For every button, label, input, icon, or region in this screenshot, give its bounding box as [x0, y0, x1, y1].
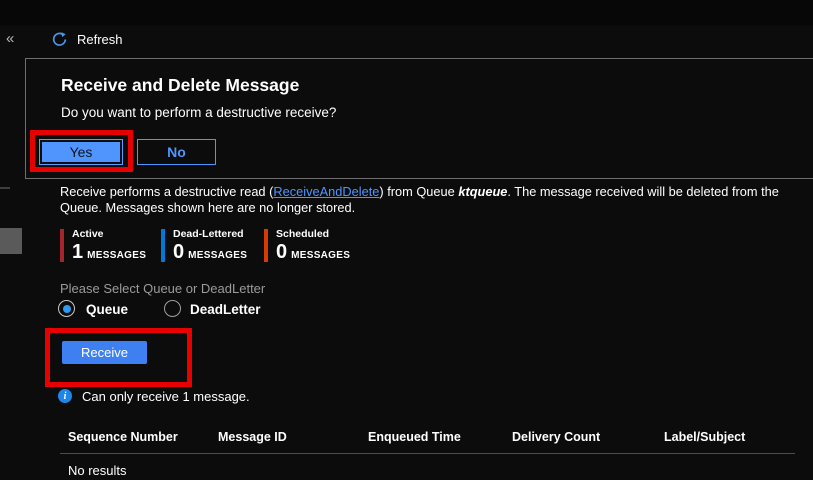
- queue-selector-label: Please Select Queue or DeadLetter: [60, 281, 265, 296]
- stat-unit: MESSAGES: [291, 250, 350, 261]
- receive-and-delete-link[interactable]: ReceiveAndDelete: [273, 184, 379, 199]
- stat-label: Active: [72, 229, 146, 240]
- stat-unit: MESSAGES: [188, 250, 247, 261]
- stat-count: 0: [276, 242, 287, 262]
- stat-dead-lettered: Dead-Lettered 0 MESSAGES: [161, 229, 247, 262]
- description-part2: ) from Queue: [379, 184, 458, 199]
- column-header-message-id[interactable]: Message ID: [218, 430, 287, 444]
- dialog-title: Receive and Delete Message: [61, 75, 299, 96]
- yes-button[interactable]: Yes: [39, 139, 123, 165]
- scheduled-color-bar: [264, 229, 268, 262]
- column-header-sequence-number[interactable]: Sequence Number: [68, 430, 178, 444]
- stat-label: Scheduled: [276, 229, 350, 240]
- queue-radio-label[interactable]: Queue: [86, 302, 128, 317]
- service-bus-explorer-page: { "toolbar": { "collapse_glyph": "«", "r…: [0, 0, 813, 480]
- active-color-bar: [60, 229, 64, 262]
- deadletter-radio[interactable]: [164, 300, 181, 317]
- table-empty-text: No results: [68, 463, 127, 478]
- receive-button[interactable]: Receive: [62, 341, 147, 364]
- stat-scheduled: Scheduled 0 MESSAGES: [264, 229, 350, 262]
- stat-active: Active 1 MESSAGES: [60, 229, 146, 262]
- receive-info-text: Can only receive 1 message.: [82, 389, 250, 404]
- receive-description: Receive performs a destructive read (Rec…: [60, 184, 782, 215]
- queue-radio[interactable]: [58, 300, 75, 317]
- stat-label: Dead-Lettered: [173, 229, 247, 240]
- stat-count: 0: [173, 242, 184, 262]
- description-part1: Receive performs a destructive read (: [60, 184, 273, 199]
- column-header-delivery-count[interactable]: Delivery Count: [512, 430, 600, 444]
- refresh-label: Refresh: [77, 32, 123, 47]
- left-scrollbar-fragment[interactable]: [0, 228, 22, 254]
- column-header-enqueued-time[interactable]: Enqueued Time: [368, 430, 461, 444]
- top-strip: [0, 0, 813, 25]
- queue-name: ktqueue: [458, 184, 507, 199]
- table-header-divider: [60, 453, 795, 454]
- dead-lettered-color-bar: [161, 229, 165, 262]
- collapse-panel-icon[interactable]: «: [6, 30, 14, 47]
- stat-unit: MESSAGES: [87, 250, 146, 261]
- refresh-icon: [52, 32, 67, 47]
- info-icon: i: [58, 389, 72, 403]
- stat-count: 1: [72, 242, 83, 262]
- receive-delete-dialog: Receive and Delete Message Do you want t…: [25, 58, 813, 179]
- left-edge-divider: [0, 187, 10, 189]
- deadletter-radio-label[interactable]: DeadLetter: [190, 302, 261, 317]
- column-header-label-subject[interactable]: Label/Subject: [664, 430, 745, 444]
- dialog-question: Do you want to perform a destructive rec…: [61, 105, 336, 120]
- no-button[interactable]: No: [137, 139, 216, 165]
- refresh-button[interactable]: Refresh: [52, 32, 123, 47]
